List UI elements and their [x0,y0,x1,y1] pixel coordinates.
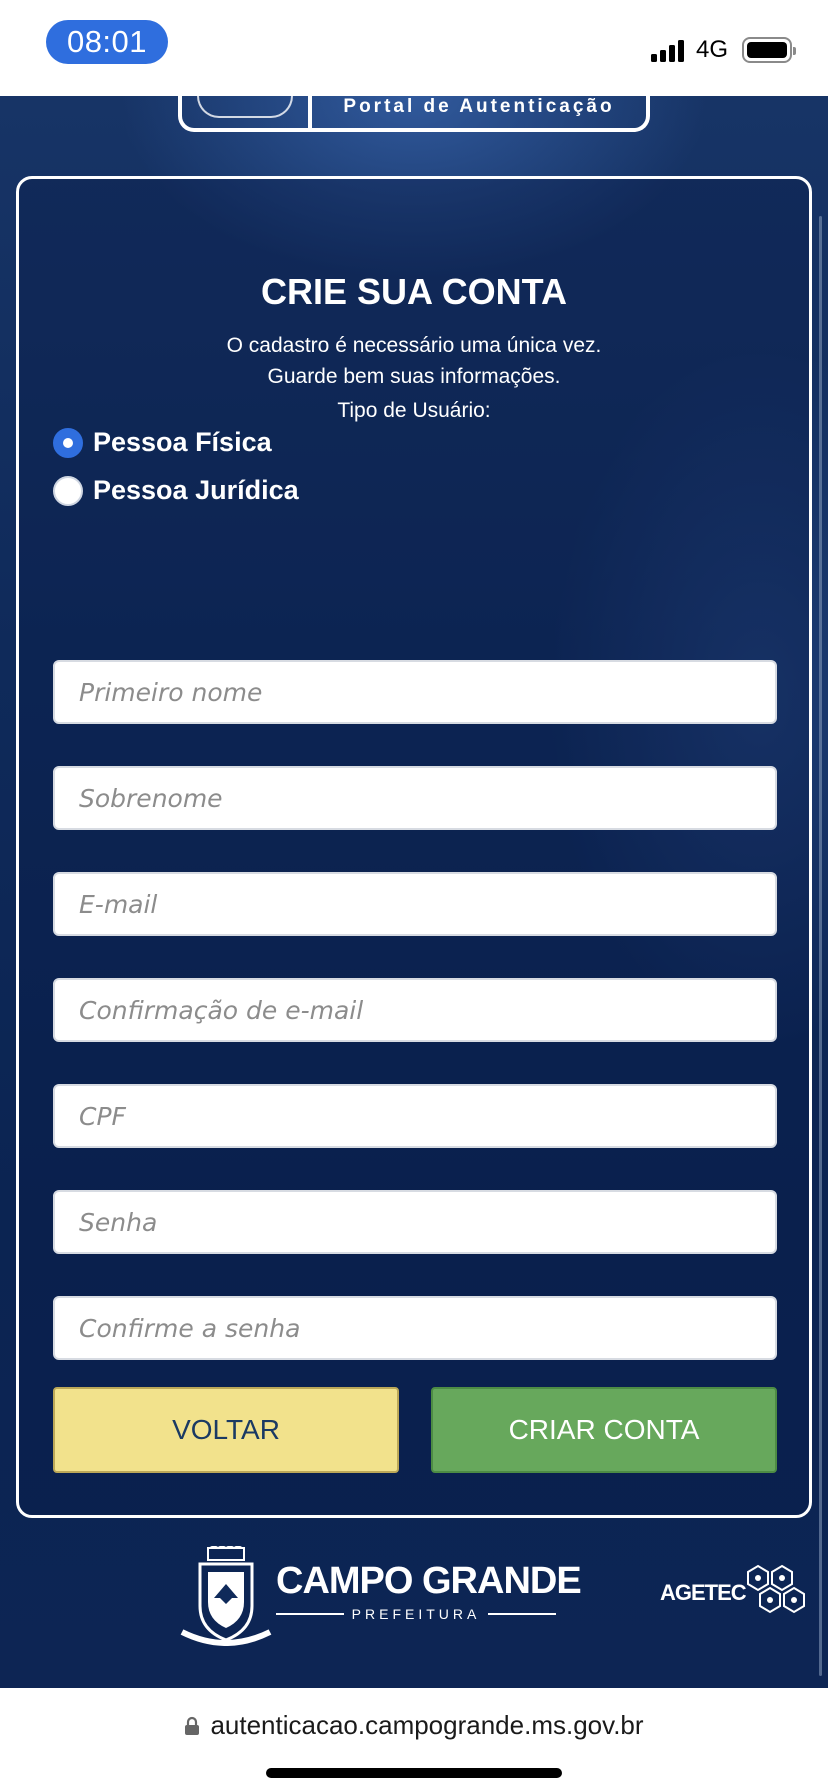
radio-pessoa-fisica[interactable]: Pessoa Física [53,427,272,458]
city-sub-wrap: PREFEITURA [276,1604,556,1624]
radio-checked-icon[interactable] [53,427,83,458]
portal-title: Portal de Autenticação [343,96,615,117]
last-name-input[interactable] [53,766,777,830]
form-title: CRIE SUA CONTA [261,271,567,312]
radio-label-pessoa-juridica[interactable]: Pessoa Jurídica [93,475,299,506]
lock-icon [185,1716,200,1735]
radio-unchecked-icon[interactable] [53,475,83,506]
status-bar: 08:01 4G [0,0,828,96]
browser-address-bar: autenticacao.campogrande.ms.gov.br [0,1688,828,1792]
password-input[interactable] [53,1190,777,1254]
portal-crest-icon [182,96,312,128]
campo-grande-crest-icon [180,1546,272,1646]
url-wrap[interactable]: autenticacao.campogrande.ms.gov.br [0,1710,828,1741]
signup-card: CRIE SUA CONTA O cadastro é necessário u… [16,176,812,1518]
email-input[interactable] [53,872,777,936]
first-name-input[interactable] [53,660,777,724]
form-subtitle: O cadastro é necessário uma única vez. G… [19,330,809,392]
city-name: CAMPO GRANDE [276,1560,582,1602]
password-confirm-input[interactable] [53,1296,777,1360]
form-subtitle-line1: O cadastro é necessário uma única vez. [226,334,602,357]
status-indicators: 4G [650,34,796,66]
page-background: Portal de Autenticação CRIE SUA CONTA O … [0,96,828,1688]
battery-icon [742,37,796,63]
back-button[interactable]: VOLTAR [53,1387,399,1473]
network-type-label: 4G [695,36,728,63]
scrollbar[interactable] [819,216,822,1676]
city-sub: PREFEITURA [351,1606,481,1622]
radio-label-pessoa-fisica[interactable]: Pessoa Física [93,427,272,458]
create-account-button[interactable]: CRIAR CONTA [431,1387,777,1473]
radio-pessoa-juridica[interactable]: Pessoa Jurídica [53,475,299,506]
status-time[interactable]: 08:01 [46,20,168,64]
cellular-signal-icon [650,38,684,62]
agency-name: AGETEC [660,1580,747,1605]
home-indicator[interactable] [266,1768,562,1778]
email-confirm-input[interactable] [53,978,777,1042]
cpf-input[interactable] [53,1084,777,1148]
portal-header-logo: Portal de Autenticação [178,96,650,132]
form-subtitle-line2: Guarde bem suas informações. [267,365,561,388]
footer-logos: CAMPO GRANDE PREFEITURA AGETEC [0,1542,828,1652]
url-text[interactable]: autenticacao.campogrande.ms.gov.br [210,1710,643,1741]
user-type-label: Tipo de Usuário: [337,399,491,422]
agetec-hex-icon [747,1564,805,1614]
